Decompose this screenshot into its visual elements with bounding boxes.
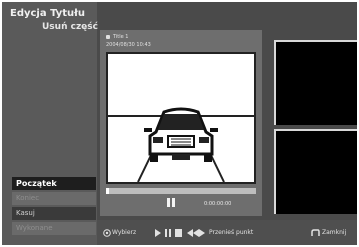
progress-fill	[106, 188, 109, 194]
menu-item-delete[interactable]: Kasuj	[12, 207, 96, 220]
dvd-edit-screen: Edycja Tytułu Usuń część Początek Koniec…	[2, 2, 357, 245]
pause-icon[interactable]	[166, 198, 176, 208]
record-icon	[106, 34, 110, 39]
preview-panel: Title 1 2004/08/30 10:43 0:00:00:00	[100, 30, 262, 216]
preview-title: Title 1	[113, 34, 129, 40]
sidebar: Edycja Tytułu Usuń część Początek Koniec…	[2, 2, 98, 245]
menu-item-done[interactable]: Wykonane	[12, 222, 96, 235]
preview-datetime: 2004/08/30 10:43	[106, 42, 151, 48]
select-hint: Wybierz	[112, 229, 137, 236]
close-hint: Zamknij	[322, 229, 347, 236]
return-icon	[311, 229, 320, 236]
progress-bar[interactable]	[106, 188, 256, 194]
menu-item-start[interactable]: Początek	[12, 177, 96, 190]
transport-icons	[155, 229, 205, 237]
preview-title-line: Title 1	[106, 34, 129, 40]
car-illustration	[108, 107, 254, 182]
enter-icon	[103, 229, 111, 237]
thumbnail-start	[274, 40, 357, 125]
help-bar: Wybierz Przenieś punkt Zamknij	[97, 220, 357, 245]
video-preview	[106, 52, 256, 184]
move-point-hint: Przenieś punkt	[209, 229, 254, 236]
thumbnail-end	[274, 129, 357, 214]
page-subtitle: Usuń część	[42, 22, 98, 32]
page-title: Edycja Tytułu	[10, 8, 85, 19]
timecode: 0:00:00:00	[204, 201, 232, 207]
menu-item-end[interactable]: Koniec	[12, 192, 96, 205]
